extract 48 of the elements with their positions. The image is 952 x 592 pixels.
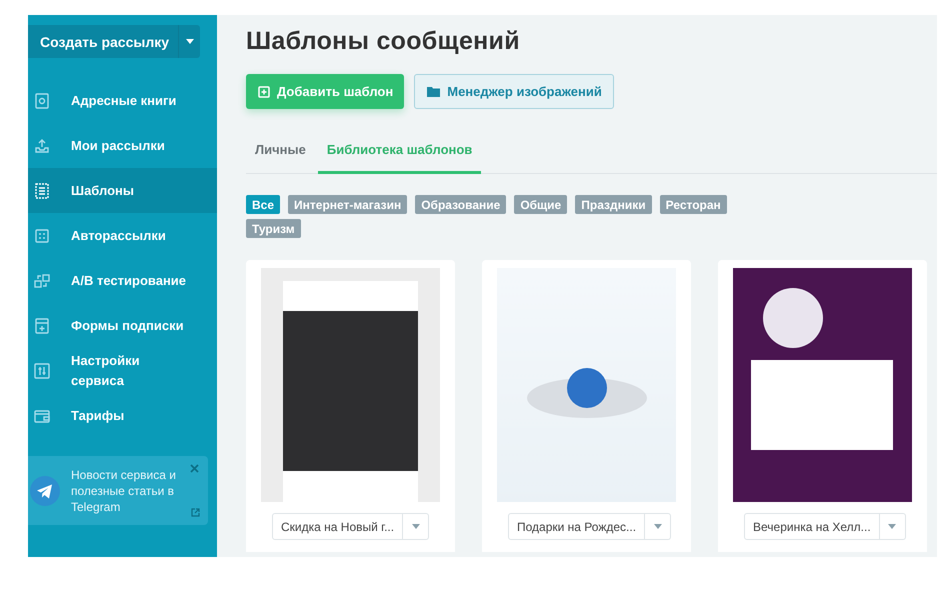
email-template-preview-image[interactable] [261,268,440,502]
tab[interactable]: Библиотека шаблонов [318,142,482,174]
nav-item[interactable]: Формы подписки [28,303,217,348]
nav-item[interactable]: Шаблоны [28,168,217,213]
telegram-icon [30,476,60,506]
category-filter[interactable]: Туризм [246,219,301,238]
add-template-button[interactable]: Добавить шаблон [246,74,404,109]
nav-item[interactable]: Настройки сервиса [28,348,217,393]
image-manager-button[interactable]: Менеджер изображений [414,74,614,109]
telegram-banner-text: Новости сервиса и полезные статьи в Telegram [71,466,177,514]
external-link-icon[interactable] [191,508,200,517]
nav-item[interactable]: A/B тестирование [28,258,217,303]
category-filter[interactable]: Интернет-магазин [288,195,408,214]
category-filter[interactable]: Праздники [575,195,652,214]
template-name-button[interactable]: Вечеринка на Хелл... [744,513,880,540]
template-options-button[interactable] [403,513,430,540]
wallet-icon [34,408,50,424]
category-filter[interactable]: Ресторан [660,195,727,214]
nav-item[interactable]: Авторассылки [28,213,217,258]
template-name-button[interactable]: Скидка на Новый г... [272,513,404,540]
nav-item[interactable]: Тарифы [28,393,217,438]
add-template-icon [258,86,270,98]
tab[interactable]: Личные [246,142,318,174]
folder-icon [427,86,440,97]
form-icon [34,318,50,334]
caret-icon [412,524,420,529]
upload-tray-icon [34,138,50,154]
nav-item[interactable]: Адресные книги [28,78,217,123]
template-options-button[interactable] [880,513,906,540]
template-name-button[interactable]: Подарки на Рождес... [508,513,646,540]
category-filter[interactable]: Все [246,195,280,214]
category-filter[interactable]: Образование [415,195,506,214]
address-book-icon [34,92,50,108]
create-mailing-button[interactable]: Создать рассылку [28,25,178,58]
nav-item[interactable]: Мои рассылки [28,123,217,168]
calendar-grid-icon [34,228,50,244]
swap-squares-icon [34,272,50,288]
email-template-preview-image[interactable] [733,268,912,502]
page-title: Шаблоны сообщений [246,26,521,57]
template-icon [34,182,50,198]
sliders-icon [34,362,50,378]
create-options-button[interactable] [178,25,200,58]
close-icon[interactable] [190,464,199,473]
template-options-button[interactable] [645,513,672,540]
caret-icon [654,524,662,529]
caret-icon [888,524,896,529]
caret-icon [186,39,194,44]
category-filter[interactable]: Общие [514,195,568,214]
